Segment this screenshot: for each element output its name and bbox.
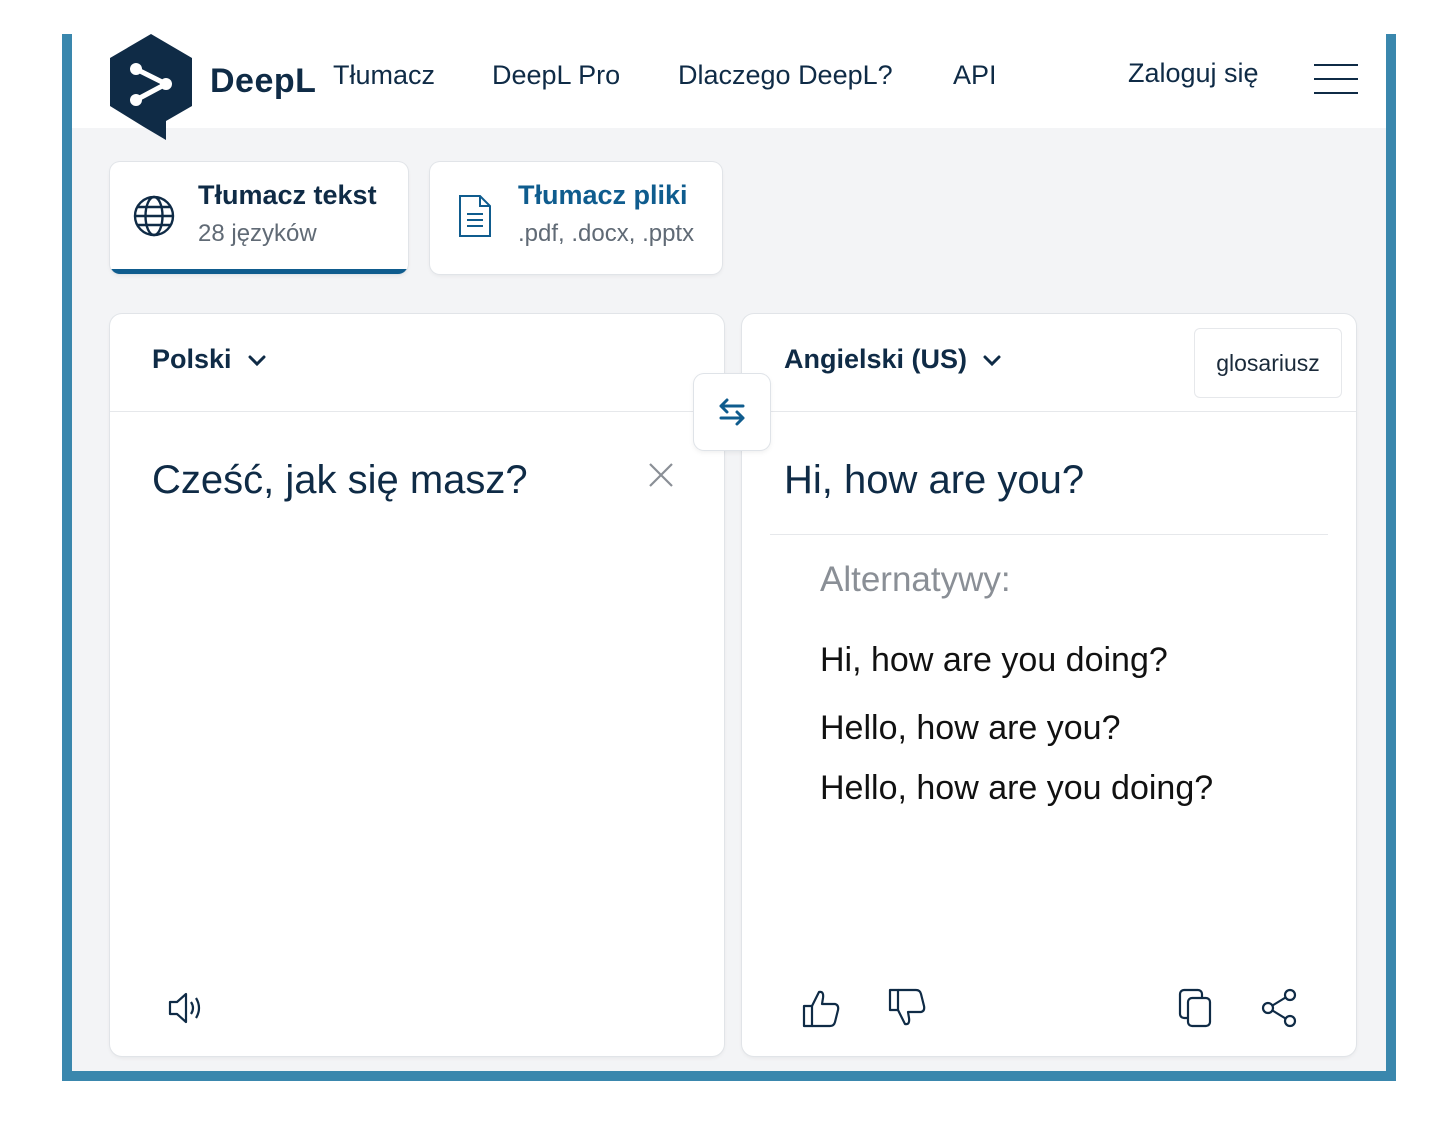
alternative-item[interactable]: Hello, how are you doing?: [820, 762, 1240, 814]
tab-translate-text-subtitle: 28 języków: [198, 220, 317, 247]
chevron-down-icon: [248, 355, 266, 366]
tab-translate-files-title: Tłumacz pliki: [518, 180, 688, 210]
top-header: DeepL Tłumacz DeepL Pro Dlaczego DeepL? …: [72, 34, 1386, 140]
source-text-input[interactable]: Cześć, jak się masz?: [152, 458, 528, 503]
source-panel-header: Polski: [110, 314, 724, 412]
chevron-down-icon: [983, 355, 1001, 366]
brand-name[interactable]: DeepL: [210, 62, 316, 101]
menu-icon[interactable]: [1314, 64, 1358, 94]
target-text-output: Hi, how are you?: [784, 458, 1085, 502]
glossary-button[interactable]: glosariusz: [1194, 328, 1342, 398]
alternatives-heading: Alternatywy:: [820, 560, 1011, 599]
tab-translate-files-subtitle: .pdf, .docx, .pptx: [518, 220, 695, 247]
nav-deepl-pro[interactable]: DeepL Pro: [492, 60, 620, 91]
nav-api[interactable]: API: [953, 60, 997, 91]
source-panel: Polski Cześć, jak się masz?: [110, 314, 724, 1056]
copy-icon[interactable]: [1174, 986, 1218, 1030]
tab-translate-text-title: Tłumacz tekst: [198, 180, 377, 210]
source-language-label: Polski: [152, 344, 232, 374]
nav-why-deepl[interactable]: Dlaczego DeepL?: [678, 60, 893, 91]
document-icon: [459, 195, 491, 237]
active-tab-indicator: [110, 269, 408, 274]
swap-icon: [719, 398, 745, 426]
target-language-select[interactable]: Angielski (US): [784, 344, 1003, 375]
divider: [770, 534, 1328, 535]
target-panel-header: Angielski (US) glosariusz: [742, 314, 1356, 412]
globe-icon: [133, 195, 175, 237]
app-frame: DeepL Tłumacz DeepL Pro Dlaczego DeepL? …: [62, 34, 1396, 1081]
login-link[interactable]: Zaloguj się: [1128, 58, 1259, 89]
tab-translate-files[interactable]: Tłumacz pliki .pdf, .docx, .pptx: [430, 162, 722, 274]
thumbs-down-icon[interactable]: [886, 986, 930, 1030]
speaker-icon[interactable]: [166, 988, 206, 1028]
target-panel: Angielski (US) glosariusz Hi, how are yo…: [742, 314, 1356, 1056]
swap-languages-button[interactable]: [694, 374, 770, 450]
alternative-item[interactable]: Hi, how are you doing?: [820, 634, 1240, 686]
thumbs-up-icon[interactable]: [800, 986, 844, 1030]
deepl-logo-icon[interactable]: [106, 34, 196, 142]
tab-translate-text[interactable]: Tłumacz tekst 28 języków: [110, 162, 408, 274]
share-icon[interactable]: [1258, 986, 1302, 1030]
close-icon[interactable]: [646, 460, 676, 490]
alternative-item[interactable]: Hello, how are you?: [820, 702, 1240, 754]
target-language-label: Angielski (US): [784, 344, 968, 374]
nav-translator[interactable]: Tłumacz: [333, 60, 435, 91]
source-language-select[interactable]: Polski: [152, 344, 268, 375]
